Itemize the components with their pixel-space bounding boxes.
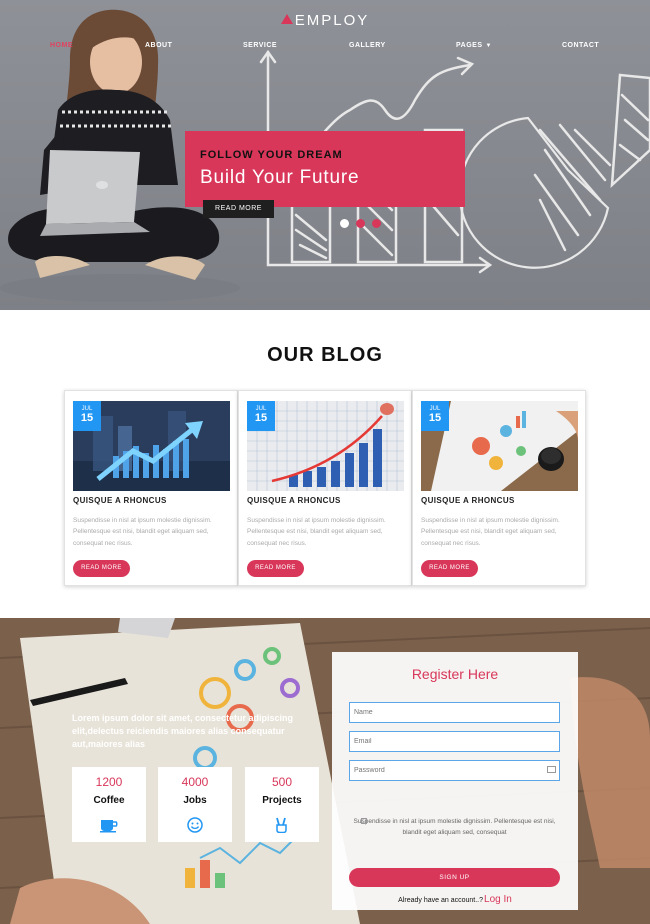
stat-card-projects: 500 Projects [245, 767, 319, 842]
date-badge: JUL 15 [247, 401, 275, 431]
nav-home[interactable]: HOME [50, 42, 73, 49]
blog-card-excerpt: Suspendisse in nisl at ipsum molestie di… [73, 517, 212, 547]
nav-pages[interactable]: PAGES ▼ [456, 42, 492, 49]
hero-banner: EMPLOY HOME ABOUT SERVICE GALLERY PAGES ▼… [0, 0, 650, 310]
main-nav: HOME ABOUT SERVICE GALLERY PAGES ▼ CONTAC… [30, 42, 620, 54]
email-field[interactable] [349, 731, 560, 752]
blog-card-excerpt: Suspendisse in nisl at ipsum molestie di… [421, 517, 560, 547]
hero-title: Build Your Future [200, 167, 360, 188]
date-day: 15 [428, 412, 442, 424]
login-link[interactable]: Log In [484, 894, 512, 905]
blog-section-title: OUR BLOG [267, 344, 383, 366]
blog-card-heading[interactable]: QUISQUE A RHONCUS [421, 496, 515, 505]
stat-label: Jobs [183, 795, 207, 806]
stat-card-coffee: 1200 Coffee [72, 767, 146, 842]
stats-intro-text: Lorem ipsum dolor sit amet, consectetur … [72, 713, 294, 750]
blog-read-more-button[interactable]: READ MORE [73, 560, 130, 577]
nav-about[interactable]: ABOUT [145, 42, 172, 49]
date-month: JUL [255, 406, 267, 412]
terms-checkbox[interactable] [361, 818, 367, 824]
terms-text: Suspendisse in nisl at ipsum molestie di… [353, 818, 556, 837]
slider-dot-2[interactable] [356, 219, 365, 228]
slider-dot-3[interactable] [372, 219, 381, 228]
name-field[interactable] [349, 702, 560, 723]
slider-dot-1[interactable] [340, 219, 349, 228]
coffee-cup-icon [100, 820, 118, 833]
register-title: Register Here [411, 666, 499, 682]
blog-card-heading[interactable]: QUISQUE A RHONCUS [73, 496, 167, 505]
date-badge: JUL 15 [421, 401, 449, 431]
brand-logo[interactable]: EMPLOY [0, 12, 650, 29]
login-prompt: Already have an account..?Log In [332, 894, 578, 905]
blog-card-excerpt: Suspendisse in nisl at ipsum molestie di… [247, 517, 386, 547]
stat-number: 1200 [95, 775, 123, 789]
date-day: 15 [80, 412, 94, 424]
blog-card-3: JUL 15 QUISQUE A RHONCUS Suspendisse in n… [412, 390, 586, 586]
password-wrapper [332, 760, 578, 781]
date-month: JUL [81, 406, 93, 412]
signup-button[interactable]: SIGN UP [349, 868, 560, 887]
hero-read-more-button[interactable]: READ MORE [203, 200, 274, 218]
stat-number: 500 [271, 775, 293, 789]
blog-read-more-button[interactable]: READ MORE [421, 560, 478, 577]
stat-number: 4000 [181, 775, 209, 789]
stat-card-jobs: 4000 Jobs [158, 767, 232, 842]
stats-register-section: Lorem ipsum dolor sit amet, consectetur … [0, 618, 650, 924]
password-field[interactable] [349, 760, 560, 781]
hero-kicker: FOLLOW YOUR DREAM [200, 149, 343, 161]
stat-label: Coffee [93, 795, 125, 806]
nav-service[interactable]: SERVICE [243, 42, 277, 49]
keyboard-icon[interactable] [547, 766, 556, 773]
blog-read-more-button[interactable]: READ MORE [247, 560, 304, 577]
date-day: 15 [254, 412, 268, 424]
chevron-down-icon: ▼ [485, 43, 492, 49]
have-account-text: Already have an account..? [398, 897, 484, 904]
register-form: Register Here Suspendisse in nisl at ips… [332, 652, 578, 910]
date-month: JUL [429, 406, 441, 412]
nav-gallery[interactable]: GALLERY [349, 42, 386, 49]
blog-card-2: JUL 15 QUISQUE A RHONCUS Suspendisse in n… [238, 390, 412, 586]
blog-card-heading[interactable]: QUISQUE A RHONCUS [247, 496, 341, 505]
logo-triangle-icon [280, 14, 293, 24]
stat-label: Projects [262, 795, 302, 806]
nav-pages-label: PAGES [456, 42, 483, 49]
date-badge: JUL 15 [73, 401, 101, 431]
blog-card-1: JUL 15 QUISQUE A RHONCUS Suspendisse in n… [64, 390, 238, 586]
smiley-icon [187, 817, 203, 833]
peace-hand-icon [276, 817, 287, 833]
terms-row: Suspendisse in nisl at ipsum molestie di… [349, 816, 560, 839]
hero-caption: FOLLOW YOUR DREAM Build Your Future [185, 131, 465, 207]
nav-contact[interactable]: CONTACT [562, 42, 599, 49]
